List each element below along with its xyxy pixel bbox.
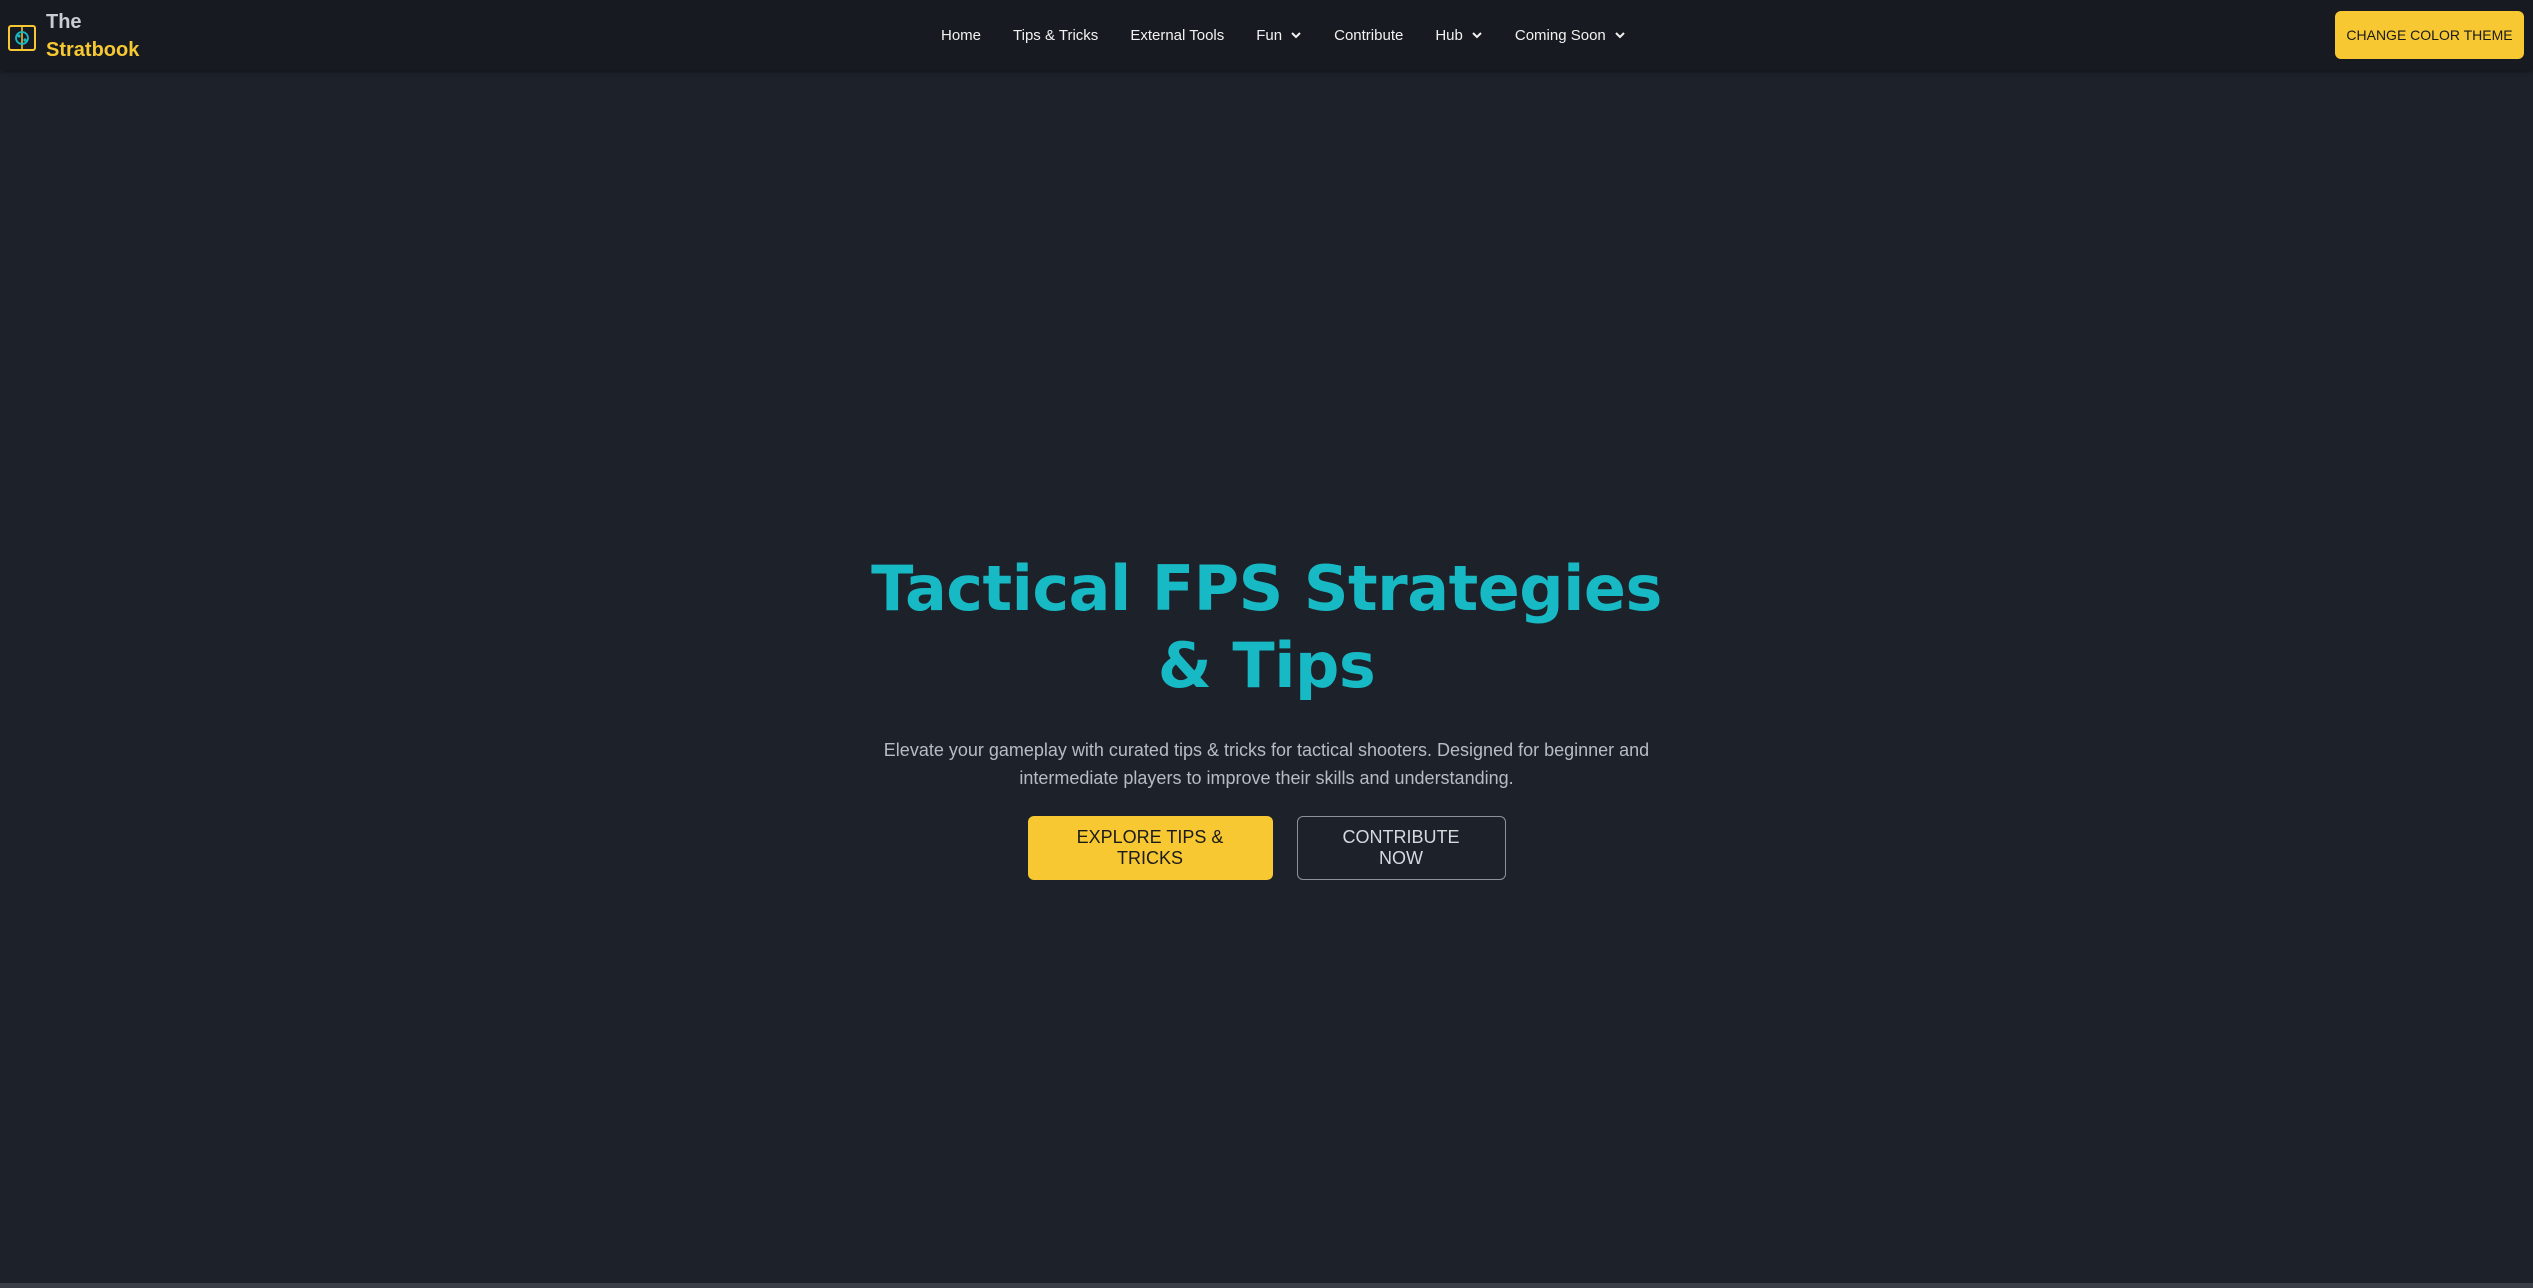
contribute-now-button[interactable]: CONTRIBUTE NOW	[1296, 816, 1506, 880]
explore-tips-button[interactable]: EXPLORE TIPS & TRICKS	[1027, 816, 1273, 880]
brand-line-stratbook: Stratbook	[46, 39, 140, 61]
brand-name: The Stratbook	[46, 8, 139, 64]
chevron-down-icon	[1615, 32, 1625, 39]
nav-item-external-tools[interactable]: External Tools	[1130, 27, 1224, 44]
hero-title: Tactical FPS Strategies & Tips	[871, 552, 1662, 702]
nav-item-contribute[interactable]: Contribute	[1334, 27, 1403, 44]
page-bottom-divider	[0, 1283, 2533, 1288]
hero-actions: EXPLORE TIPS & TRICKS CONTRIBUTE NOW	[0, 816, 2533, 880]
brand-logo-link[interactable]: The Stratbook	[6, 8, 139, 64]
book-brain-icon	[8, 25, 36, 51]
nav-label: Home	[941, 26, 982, 44]
nav-label: Tips & Tricks	[1013, 26, 1099, 44]
change-color-theme-button[interactable]: CHANGE COLOR THEME	[2335, 11, 2524, 59]
nav-label: Contribute	[1334, 26, 1404, 44]
hero-section: Tactical FPS Strategies & Tips Elevate y…	[0, 550, 2533, 880]
main-nav: Home Tips & Tricks External Tools Fun Co…	[941, 0, 1626, 70]
nav-item-coming-soon[interactable]: Coming Soon	[1515, 27, 1626, 44]
nav-item-fun[interactable]: Fun	[1256, 27, 1302, 44]
nav-label: Coming Soon	[1514, 26, 1606, 44]
chevron-down-icon	[1472, 32, 1482, 39]
nav-item-hub[interactable]: Hub	[1435, 27, 1483, 44]
brand-line-the: The	[46, 11, 82, 33]
nav-label: Fun	[1256, 26, 1283, 44]
nav-item-tips-tricks[interactable]: Tips & Tricks	[1013, 27, 1098, 44]
nav-label: Hub	[1435, 26, 1463, 44]
nav-item-home[interactable]: Home	[941, 27, 981, 44]
top-navbar: The Stratbook Home Tips & Tricks Externa…	[0, 0, 2533, 70]
nav-label: External Tools	[1130, 26, 1225, 44]
hero-subtitle: Elevate your gameplay with curated tips …	[883, 740, 1650, 788]
chevron-down-icon	[1291, 32, 1301, 39]
